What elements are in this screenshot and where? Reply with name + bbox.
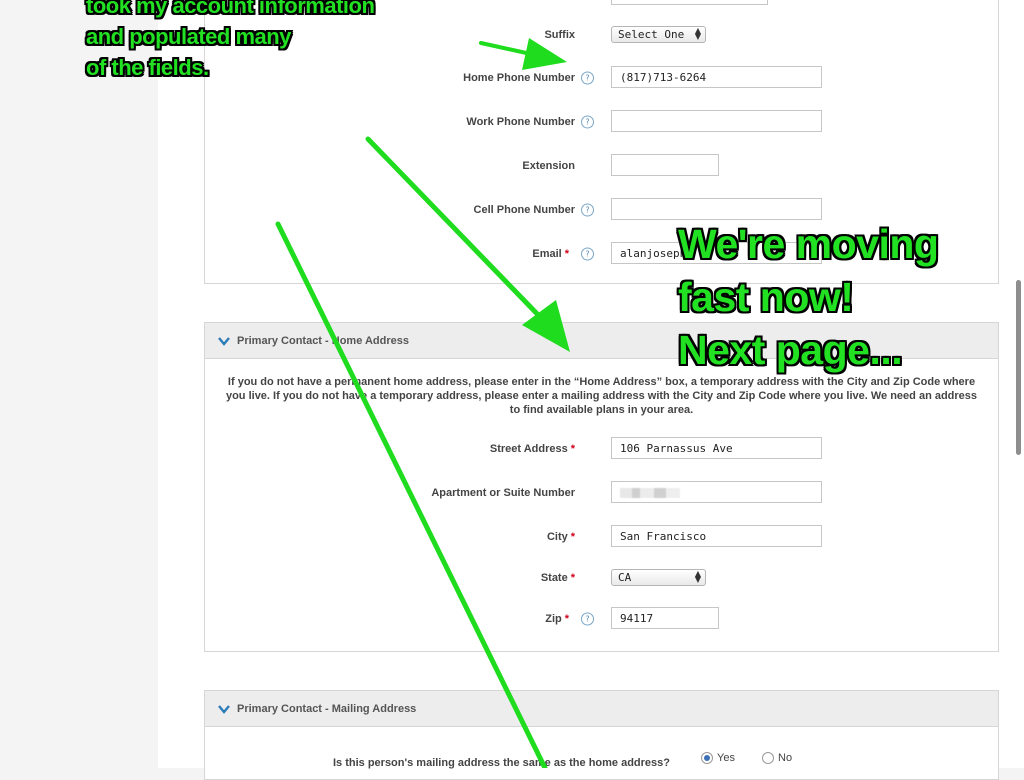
- radio-yes[interactable]: [701, 752, 713, 765]
- suffix-label: Suffix: [544, 29, 575, 41]
- state-label-text: State: [540, 572, 568, 584]
- apt-row: Apartment or Suite Number: [205, 481, 1000, 505]
- annotation-account-info: took my account information and populate…: [86, 0, 375, 83]
- home-address-note: If you do not have a permanent home addr…: [225, 376, 978, 416]
- same-address-row: Is this person's mailing address the sam…: [205, 751, 1000, 771]
- required-marker: *: [570, 531, 575, 543]
- annotation-line: fast now!: [678, 274, 854, 320]
- annotation-moving-fast: We're moving fast now! Next page...: [678, 218, 939, 377]
- suffix-select[interactable]: Select One ▲ ▼: [611, 26, 706, 43]
- help-icon[interactable]: ?: [581, 612, 594, 626]
- extension-input[interactable]: [611, 154, 719, 176]
- work-phone-label: Work Phone Number: [466, 116, 575, 128]
- street-label-text: Street Address: [489, 443, 568, 455]
- annotation-line: We're moving: [678, 221, 939, 267]
- street-row: Street Address * 106 Parnassus Ave: [205, 437, 1000, 461]
- extension-row: Extension: [205, 154, 1000, 178]
- extension-label: Extension: [522, 160, 575, 172]
- state-row: State * CA ▲ ▼: [205, 566, 1000, 590]
- state-select-value: CA: [618, 571, 632, 584]
- annotation-line: and populated many: [86, 24, 291, 49]
- help-icon[interactable]: ?: [581, 203, 594, 217]
- city-row: City * San Francisco: [205, 525, 1000, 549]
- zip-input[interactable]: 94117: [611, 607, 719, 629]
- work-phone-row: Work Phone Number ?: [205, 110, 1000, 134]
- required-marker: *: [564, 613, 569, 625]
- state-select[interactable]: CA ▲ ▼: [611, 569, 706, 586]
- zip-row: Zip * ? 94117: [205, 607, 1000, 631]
- email-label-text: Email: [532, 248, 562, 260]
- radio-yes-label: Yes: [717, 752, 735, 764]
- radio-no-label: No: [778, 752, 793, 764]
- help-icon[interactable]: ?: [581, 115, 594, 129]
- email-label: Email *: [532, 248, 569, 260]
- mailing-address-panel: Primary Contact - Mailing Address Is thi…: [204, 690, 999, 780]
- annotation-line: took my account information: [86, 0, 375, 18]
- chevron-down-icon: [218, 704, 230, 714]
- zip-label-text: Zip: [545, 613, 562, 625]
- home-address-header-label: Primary Contact - Home Address: [237, 334, 409, 347]
- home-phone-input[interactable]: (817)713-6264: [611, 66, 822, 88]
- cell-phone-input[interactable]: [611, 198, 822, 220]
- mailing-address-header-label: Primary Contact - Mailing Address: [237, 702, 417, 715]
- page-scrollbar[interactable]: [1016, 280, 1021, 455]
- work-phone-input[interactable]: [611, 110, 822, 132]
- street-address-input[interactable]: 106 Parnassus Ave: [611, 437, 822, 459]
- zip-label: Zip *: [545, 613, 569, 625]
- city-label: City *: [547, 531, 575, 543]
- city-input[interactable]: San Francisco: [611, 525, 822, 547]
- street-label: Street Address *: [490, 443, 575, 455]
- annotation-line: of the fields.: [86, 55, 209, 80]
- same-address-yes[interactable]: Yes: [701, 752, 735, 765]
- city-label-text: City: [546, 531, 568, 543]
- help-icon[interactable]: ?: [581, 247, 594, 261]
- required-marker: *: [570, 572, 575, 584]
- required-marker: *: [564, 248, 569, 260]
- select-arrows-icon: ▲ ▼: [694, 26, 701, 41]
- cell-phone-label: Cell Phone Number: [473, 204, 575, 216]
- required-marker: *: [570, 443, 575, 455]
- chevron-down-icon: [218, 336, 230, 346]
- mailing-address-header[interactable]: Primary Contact - Mailing Address: [205, 691, 998, 727]
- apt-label: Apartment or Suite Number: [431, 487, 575, 499]
- previous-field-input[interactable]: [611, 0, 768, 5]
- annotation-line: Next page...: [678, 327, 903, 373]
- radio-no[interactable]: [762, 752, 774, 765]
- same-address-question: Is this person's mailing address the sam…: [332, 757, 670, 769]
- help-icon[interactable]: ?: [581, 71, 594, 85]
- select-arrows-icon: ▲ ▼: [694, 569, 701, 584]
- same-address-no[interactable]: No: [762, 752, 793, 765]
- state-label: State *: [541, 572, 575, 584]
- redacted-text: [620, 488, 680, 498]
- suffix-select-value: Select One: [618, 28, 685, 41]
- apt-suite-input[interactable]: [611, 481, 822, 503]
- home-phone-label: Home Phone Number: [463, 72, 575, 84]
